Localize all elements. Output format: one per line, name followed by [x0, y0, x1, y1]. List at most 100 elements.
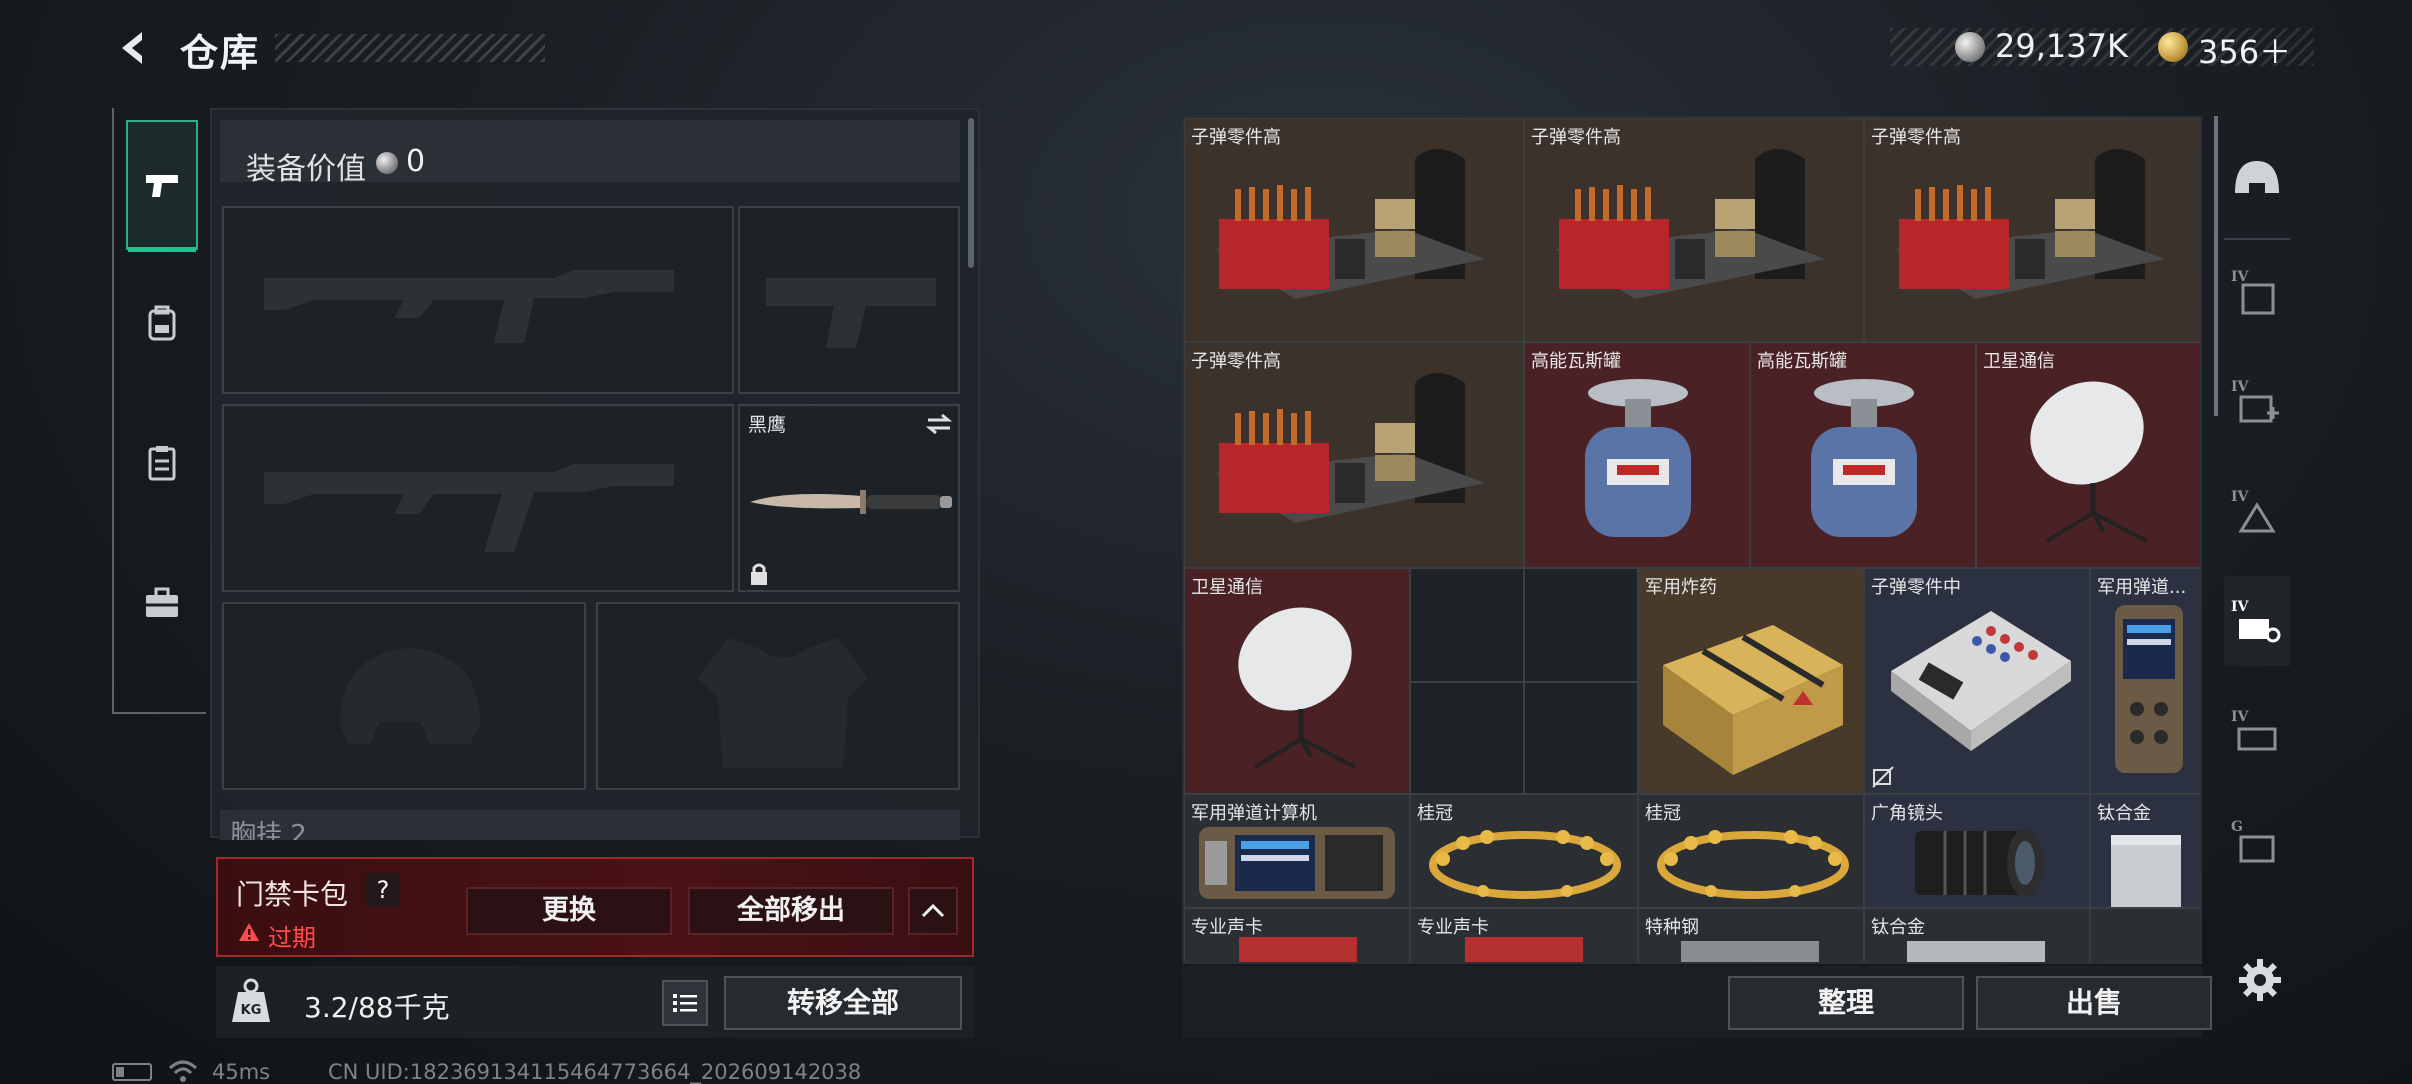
primary-weapon-slot[interactable] [222, 206, 734, 394]
chest-rig-label: 胸挂 2 [230, 820, 307, 840]
nav-backpack[interactable] [126, 258, 198, 388]
sound-card-image [1239, 937, 1357, 962]
armor-slot[interactable] [596, 602, 960, 790]
secondary-weapon-slot[interactable] [222, 404, 734, 592]
svg-text:IV: IV [2231, 379, 2250, 395]
rail-item-chest[interactable]: IV [2224, 466, 2290, 556]
rail-item-tools[interactable]: IV [2224, 576, 2290, 666]
storage-item[interactable]: 钛合金 [2090, 794, 2200, 908]
storage-item[interactable]: 子弹零件高 [1184, 342, 1524, 568]
pistol-slot[interactable] [738, 206, 960, 394]
storage-item[interactable]: 高能瓦斯罐 [1750, 342, 1976, 568]
no-tag-icon [1872, 766, 1894, 788]
storage-item[interactable]: 专业声卡 [1410, 908, 1638, 962]
equipment-category-nav [112, 108, 206, 714]
empty-cell[interactable] [1410, 568, 1524, 682]
back-arrow-icon[interactable] [112, 26, 156, 70]
storage-item[interactable]: 子弹零件高 [1184, 118, 1524, 342]
satellite-dish-image [1238, 607, 1356, 769]
access-card-title: 门禁卡包 [236, 878, 349, 911]
expired-status: 过期 [268, 924, 316, 952]
wide-angle-lens-image [1915, 829, 2043, 897]
settings-gear-icon[interactable] [2236, 956, 2284, 1004]
chest-iv-icon: IV [2231, 489, 2276, 533]
equipment-scrollbar[interactable] [968, 118, 974, 268]
melee-slot[interactable]: 黑鹰 [738, 404, 960, 592]
sort-button[interactable]: 整理 [1728, 976, 1964, 1030]
rail-item-armor[interactable]: IV [2224, 246, 2290, 336]
gold-amount[interactable]: 356＋ [2198, 27, 2291, 73]
gold-coin-icon [2158, 32, 2188, 62]
storage-item[interactable]: 专业声卡 [1184, 908, 1410, 962]
svg-text:IV: IV [2231, 489, 2250, 505]
access-card-bar: 门禁卡包 ? 过期 更换 全部移出 [216, 857, 974, 957]
sell-button[interactable]: 出售 [1976, 976, 2212, 1030]
storage-item[interactable]: 卫星通信 [1976, 342, 2200, 568]
expand-button[interactable] [908, 887, 958, 935]
move-all-out-button[interactable]: 全部移出 [688, 887, 894, 935]
chest-rig-row[interactable]: 胸挂 2 [220, 810, 960, 840]
svg-text:KG: KG [241, 1003, 262, 1018]
storage-item[interactable]: 军用炸药 [1638, 568, 1864, 794]
nav-chest-rig[interactable] [126, 398, 198, 528]
battery-icon [112, 1063, 152, 1081]
equipment-value-header: 装备价值 0 [220, 120, 960, 187]
storage-item[interactable]: 桂冠 [1410, 794, 1638, 908]
storage-item[interactable]: 钛合金 [1864, 908, 2090, 962]
rail-item-medical[interactable]: IV [2224, 356, 2290, 446]
list-view-button[interactable] [662, 980, 708, 1026]
toolbox-icon [146, 587, 178, 617]
nav-toolbox[interactable] [126, 538, 198, 668]
svg-text:IV: IV [2231, 599, 2250, 615]
user-uid: CN UID:182369134115464773664_20260914203… [328, 1060, 862, 1084]
helmet-slot[interactable] [222, 602, 586, 790]
lock-icon [751, 563, 767, 585]
storage-item[interactable]: 特种钢 [1638, 908, 1864, 962]
helmet-icon [2235, 161, 2279, 193]
chevron-up-icon [921, 903, 945, 918]
storage-item[interactable]: 卫星通信 [1184, 568, 1410, 794]
coin-icon [376, 152, 398, 174]
weight-capacity: /88千克 [348, 991, 450, 1024]
storage-item[interactable]: 军用弹道... [2090, 568, 2200, 794]
replace-button[interactable]: 更换 [466, 887, 672, 935]
bullet-parts-box-image [1891, 611, 2071, 751]
nav-weapons[interactable] [126, 120, 198, 252]
storage-item[interactable]: 子弹零件高 [1524, 118, 1864, 342]
gas-canister-image [1585, 379, 1691, 537]
storage-item[interactable]: 广角镜头 [1864, 794, 2090, 908]
page-title: 仓库 [180, 31, 261, 75]
misc-iv-icon: G [2231, 819, 2275, 863]
backpack-icon [148, 305, 176, 341]
transfer-all-button[interactable]: 转移全部 [724, 976, 962, 1030]
silver-coin-icon [1955, 32, 1985, 62]
storage-item[interactable]: 子弹零件中 [1864, 568, 2090, 794]
swap-icon[interactable] [924, 412, 954, 436]
storage-item[interactable]: 军用弹道计算机 [1184, 794, 1410, 908]
storage-item[interactable]: 高能瓦斯罐 [1524, 342, 1750, 568]
medkit-iv-icon: IV [2231, 379, 2279, 423]
weight-bar: KG 3.2/88千克 转移全部 [216, 966, 974, 1038]
svg-text:IV: IV [2231, 709, 2250, 725]
storage-item[interactable] [2090, 908, 2200, 962]
equipment-value-label: 装备价值 [246, 152, 366, 187]
pistol-silhouette-icon [766, 278, 936, 348]
equipment-value: 0 [406, 144, 426, 179]
list-icon [673, 994, 697, 1012]
wifi-icon [168, 1060, 198, 1082]
storage-item[interactable]: 子弹零件高 [1864, 118, 2200, 342]
empty-cell[interactable] [1410, 682, 1524, 794]
special-steel-image [1681, 941, 1819, 962]
storage-actions: 整理 出售 [1182, 966, 2212, 1038]
rifle-silhouette-icon [264, 270, 674, 343]
storage-item[interactable]: 桂冠 [1638, 794, 1864, 908]
titanium-alloy-image [2111, 835, 2181, 907]
help-icon[interactable]: ? [366, 873, 400, 907]
svg-text:G: G [2231, 819, 2243, 835]
empty-cell[interactable] [1524, 568, 1638, 682]
empty-cell[interactable] [1524, 682, 1638, 794]
rail-item-misc[interactable]: G [2224, 796, 2290, 886]
rail-item-helmet[interactable] [2224, 136, 2290, 226]
top-bar: 仓库 29,137K 356＋ [0, 0, 2412, 100]
rail-item-case[interactable]: IV [2224, 686, 2290, 776]
